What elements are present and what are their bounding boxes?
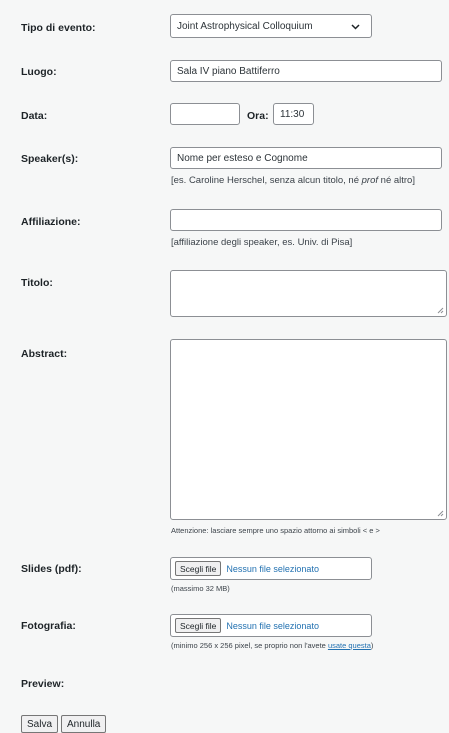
- speakers-hint: [es. Caroline Herschel, senza alcun tito…: [171, 175, 415, 186]
- photo-file-input[interactable]: Scegli file Nessun file selezionato: [170, 614, 372, 637]
- abstract-textarea[interactable]: [170, 339, 447, 520]
- time-label: Ora:: [247, 110, 269, 122]
- venue-value: Sala IV piano Battiferro: [177, 65, 280, 77]
- abstract-label: Abstract:: [21, 348, 68, 360]
- photo-file-status: Nessun file selezionato: [226, 620, 319, 631]
- slides-file-status: Nessun file selezionato: [226, 563, 319, 574]
- slides-label: Slides (pdf):: [21, 563, 82, 575]
- abstract-hint: Attenzione: lasciare sempre uno spazio a…: [171, 526, 380, 535]
- venue-input[interactable]: Sala IV piano Battiferro: [170, 60, 442, 82]
- date-label: Data:: [21, 110, 48, 122]
- slides-choose-file-button[interactable]: Scegli file: [175, 561, 222, 576]
- event-form: Tipo di evento: Joint Astrophysical Coll…: [0, 0, 449, 733]
- photo-hint: (minimo 256 x 256 pixel, se proprio non …: [171, 641, 374, 650]
- time-value: 11:30: [280, 108, 305, 120]
- save-button[interactable]: Salva: [21, 715, 59, 733]
- date-input[interactable]: [170, 103, 240, 125]
- photo-choose-file-button[interactable]: Scegli file: [175, 618, 222, 633]
- event-type-selected: Joint Astrophysical Colloquium: [177, 20, 313, 32]
- event-type-select[interactable]: Joint Astrophysical Colloquium: [170, 14, 372, 38]
- affiliation-input[interactable]: [170, 209, 442, 231]
- speakers-value: Nome per esteso e Cognome: [177, 152, 308, 164]
- slides-hint: (massimo 32 MB): [171, 584, 230, 593]
- event-type-label: Tipo di evento:: [21, 22, 96, 34]
- affiliation-hint: [affiliazione degli speaker, es. Univ. d…: [171, 237, 353, 248]
- chevron-down-icon: [351, 24, 360, 30]
- title-label: Titolo:: [21, 277, 53, 289]
- speakers-label: Speaker(s):: [21, 153, 79, 165]
- resize-handle-icon[interactable]: [437, 510, 444, 517]
- affiliation-label: Affiliazione:: [21, 216, 81, 228]
- time-input[interactable]: 11:30: [273, 103, 314, 125]
- resize-handle-icon[interactable]: [437, 307, 444, 314]
- venue-label: Luogo:: [21, 66, 57, 78]
- photo-label: Fotografia:: [21, 620, 76, 632]
- speakers-input[interactable]: Nome per esteso e Cognome: [170, 147, 442, 169]
- title-textarea[interactable]: [170, 270, 447, 317]
- use-this-link[interactable]: usate questa: [328, 641, 371, 650]
- slides-file-input[interactable]: Scegli file Nessun file selezionato: [170, 557, 372, 580]
- cancel-button[interactable]: Annulla: [61, 715, 107, 733]
- preview-label: Preview:: [21, 678, 65, 690]
